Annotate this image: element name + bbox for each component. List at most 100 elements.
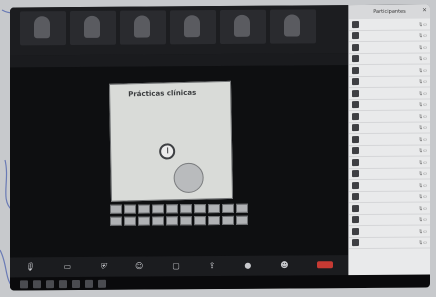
slide-thumbnail[interactable] [110, 204, 122, 214]
share-screen-button[interactable]: ⇪ [208, 260, 216, 271]
participant-row[interactable]: 🎙▭ [349, 122, 430, 135]
mic-camera-status-icon[interactable]: 🎙▭ [418, 194, 427, 199]
participant-row[interactable]: 🎙▭ [349, 133, 430, 146]
mic-camera-status-icon[interactable]: 🎙▭ [418, 205, 427, 210]
close-icon[interactable]: × [422, 7, 427, 14]
participants-button[interactable]: ☺ [135, 261, 143, 271]
video-tile[interactable] [170, 10, 216, 45]
mic-camera-status-icon[interactable]: 🎙▭ [418, 148, 427, 153]
photo-frame: Prácticas clínicas 🎙 ▭ ⛨ ☺ ▢ ⇪ ● ☻ Parti… [0, 0, 436, 297]
mic-camera-status-icon[interactable]: 🎙▭ [418, 21, 427, 26]
avatar [352, 204, 359, 212]
mic-camera-status-icon[interactable]: 🎙▭ [418, 136, 427, 141]
avatar [352, 227, 359, 235]
taskbar-app-icon[interactable] [98, 279, 106, 288]
slide-thumbnail[interactable] [208, 216, 220, 226]
meeting-toolbar: 🎙 ▭ ⛨ ☺ ▢ ⇪ ● ☻ [10, 255, 348, 278]
video-tile[interactable] [120, 10, 166, 45]
participant-row[interactable]: 🎙▭ [349, 145, 430, 158]
reactions-button[interactable]: ☻ [280, 260, 288, 270]
mic-camera-status-icon[interactable]: 🎙▭ [418, 171, 427, 176]
mic-camera-status-icon[interactable]: 🎙▭ [418, 56, 427, 61]
camera-icon: ▭ [63, 261, 72, 271]
slide-thumbnail[interactable] [208, 204, 220, 214]
mic-camera-status-icon[interactable]: 🎙▭ [418, 79, 427, 84]
participant-row[interactable]: 🎙▭ [349, 53, 430, 66]
end-call-button[interactable] [317, 261, 334, 269]
taskbar-app-icon[interactable] [59, 279, 67, 288]
avatar [352, 170, 359, 178]
taskbar-app-icon[interactable] [72, 279, 80, 288]
os-taskbar [10, 274, 430, 291]
video-tile[interactable] [270, 9, 316, 44]
participant-row[interactable]: 🎙▭ [349, 168, 430, 181]
microphone-button[interactable]: 🎙 [24, 261, 35, 272]
mic-camera-status-icon[interactable]: 🎙▭ [418, 228, 427, 233]
slide-thumbnail[interactable] [180, 204, 192, 214]
microphone-icon: 🎙 [24, 261, 35, 271]
participant-row[interactable]: 🎙▭ [349, 191, 430, 204]
mic-camera-status-icon[interactable]: 🎙▭ [418, 125, 427, 130]
mic-camera-status-icon[interactable]: 🎙▭ [418, 113, 427, 118]
start-icon[interactable] [20, 279, 28, 288]
slide-thumbnail[interactable] [194, 216, 206, 226]
chat-button[interactable]: ▢ [172, 261, 180, 271]
slide-thumbnail[interactable] [138, 204, 150, 214]
slide-thumbnail[interactable] [110, 216, 122, 226]
participant-row[interactable]: 🎙▭ [349, 64, 430, 77]
mic-camera-status-icon[interactable]: 🎙▭ [418, 33, 427, 38]
participant-row[interactable]: 🎙▭ [349, 237, 430, 250]
participant-row[interactable]: 🎙▭ [349, 87, 430, 100]
camera-button[interactable]: ▭ [63, 261, 72, 272]
slide-thumbnail[interactable] [124, 216, 136, 226]
avatar [352, 181, 359, 189]
video-tile[interactable] [70, 10, 116, 46]
slide-thumbnail[interactable] [222, 203, 234, 213]
slide-thumbnail[interactable] [124, 204, 136, 214]
participant-row[interactable]: 🎙▭ [349, 76, 430, 89]
taskbar-app-icon[interactable] [85, 279, 93, 288]
panel-title: Participantes [349, 4, 430, 20]
video-tile[interactable] [220, 9, 266, 44]
participant-row[interactable]: 🎙▭ [349, 179, 430, 192]
participant-silhouette [284, 14, 300, 37]
mic-camera-status-icon[interactable]: 🎙▭ [418, 217, 427, 222]
slide-thumbnail[interactable] [236, 203, 248, 213]
participant-row[interactable]: 🎙▭ [349, 41, 430, 54]
share-screen-icon: ⇪ [208, 260, 216, 270]
security-button[interactable]: ⛨ [100, 261, 106, 271]
slide-thumbnail[interactable] [138, 216, 150, 226]
mic-camera-status-icon[interactable]: 🎙▭ [418, 240, 427, 245]
mic-camera-status-icon[interactable]: 🎙▭ [418, 182, 427, 187]
taskbar-app-icon[interactable] [46, 279, 54, 288]
participant-row[interactable]: 🎙▭ [349, 30, 430, 43]
slide-thumbnail[interactable] [194, 204, 206, 214]
mic-camera-status-icon[interactable]: 🎙▭ [418, 90, 427, 95]
mic-camera-status-icon[interactable]: 🎙▭ [418, 67, 427, 72]
person-illustration [173, 162, 204, 194]
participant-row[interactable]: 🎙▭ [349, 110, 430, 123]
avatar [352, 32, 359, 40]
slide-thumbnail[interactable] [152, 216, 164, 226]
slide-title: Prácticas clínicas [128, 88, 197, 99]
participant-row[interactable]: 🎙▭ [349, 99, 430, 112]
clock-icon [159, 143, 176, 160]
participant-row[interactable]: 🎙▭ [349, 202, 430, 215]
mic-camera-status-icon[interactable]: 🎙▭ [418, 159, 427, 164]
slide-thumbnail[interactable] [166, 216, 178, 226]
participant-row[interactable]: 🎙▭ [349, 214, 430, 227]
slide-thumbnail[interactable] [166, 204, 178, 214]
slide-thumbnail[interactable] [180, 216, 192, 226]
slide-thumbnail[interactable] [222, 215, 234, 225]
slide-thumbnail[interactable] [152, 204, 164, 214]
avatar [352, 55, 359, 63]
mic-camera-status-icon[interactable]: 🎙▭ [418, 44, 427, 49]
participant-row[interactable]: 🎙▭ [349, 225, 430, 238]
record-button[interactable]: ● [244, 260, 251, 270]
video-tile[interactable] [20, 11, 66, 46]
taskbar-app-icon[interactable] [33, 279, 41, 288]
slide-thumbnail[interactable] [236, 215, 248, 225]
mic-camera-status-icon[interactable]: 🎙▭ [418, 102, 427, 107]
participant-row[interactable]: 🎙▭ [349, 156, 430, 169]
participant-row[interactable]: 🎙▭ [349, 18, 430, 31]
